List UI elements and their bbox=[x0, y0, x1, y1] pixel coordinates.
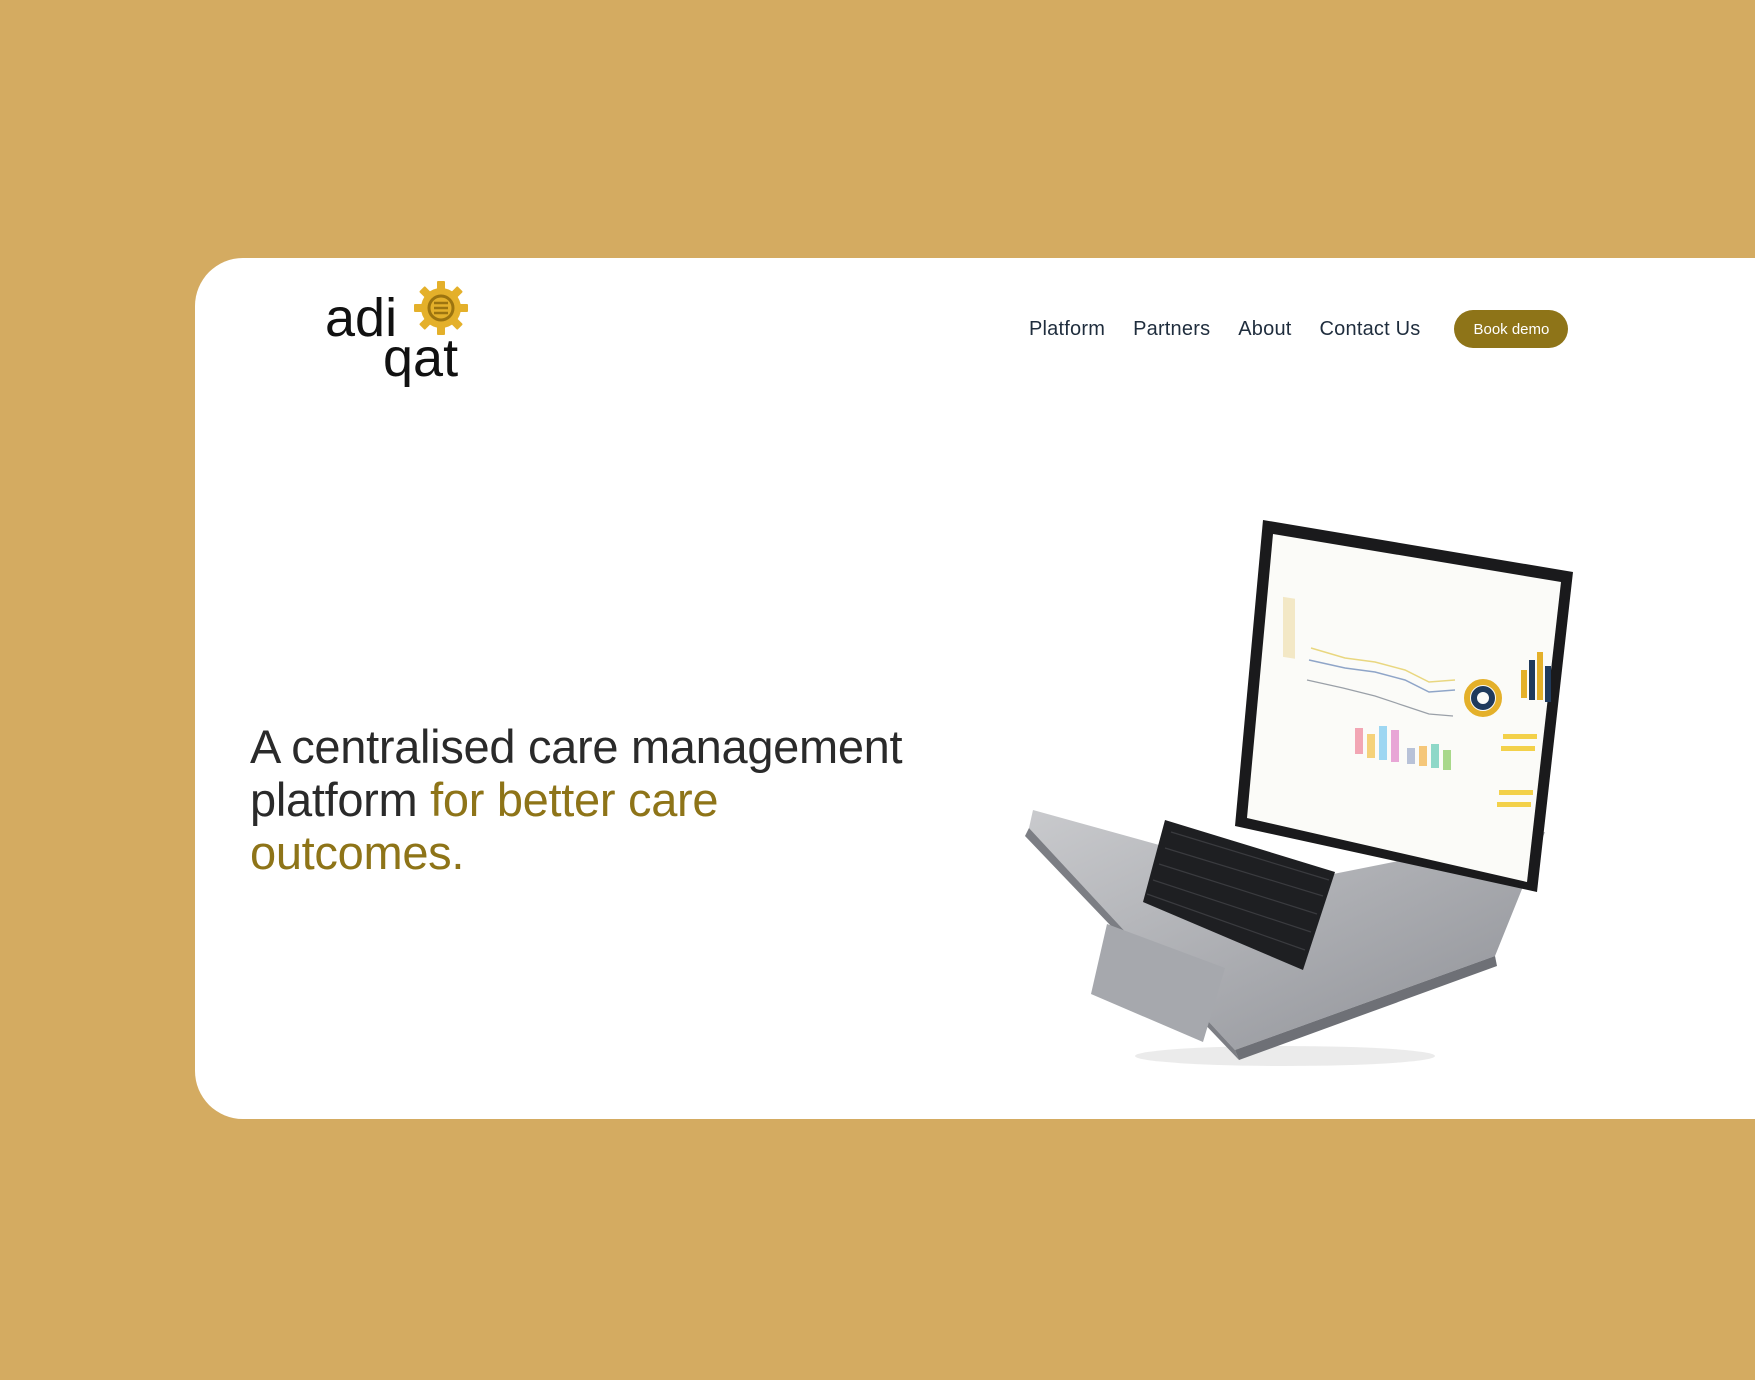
nav-platform[interactable]: Platform bbox=[1029, 318, 1105, 341]
logo-graphic: adi qat bbox=[325, 281, 468, 388]
gear-logo-icon bbox=[414, 281, 468, 335]
hero-card: adi qat Platform Partners About Contact … bbox=[195, 258, 1755, 1119]
nav-contact-us[interactable]: Contact Us bbox=[1320, 318, 1421, 341]
logo-text-bottom: qat bbox=[383, 328, 458, 388]
adiqat-logo[interactable]: adi qat bbox=[323, 270, 493, 388]
laptop-mockup-image bbox=[1025, 520, 1585, 1080]
book-demo-button[interactable]: Book demo bbox=[1454, 310, 1569, 348]
hero-headline: A centralised care management platform f… bbox=[250, 720, 930, 879]
nav-about[interactable]: About bbox=[1238, 318, 1291, 341]
laptop-graphic bbox=[1025, 520, 1573, 1066]
main-nav: Platform Partners About Contact Us Book … bbox=[1029, 310, 1569, 348]
nav-partners[interactable]: Partners bbox=[1133, 318, 1210, 341]
